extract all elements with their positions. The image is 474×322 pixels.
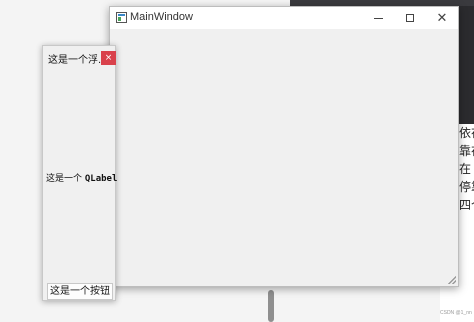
maximize-button[interactable] bbox=[394, 7, 426, 29]
resize-grip[interactable] bbox=[448, 276, 456, 284]
background-text-line: 靠在 bbox=[459, 144, 474, 158]
background-scrollbar bbox=[268, 290, 274, 322]
close-button[interactable]: ✕ bbox=[426, 7, 458, 29]
minimize-icon bbox=[373, 17, 383, 19]
dock-label: 这是一个 QLabel bbox=[46, 171, 117, 184]
dock-label-classname: QLabel bbox=[84, 174, 118, 184]
close-icon: × bbox=[104, 53, 113, 63]
app-icon bbox=[116, 12, 127, 23]
main-window-titlebar[interactable]: MainWindow ✕ bbox=[110, 7, 458, 29]
dock-push-button[interactable]: 这是一个按钮 bbox=[47, 283, 113, 300]
floating-dock-widget[interactable]: 这是一个浮... × 这是一个 QLabel 这是一个按钮 bbox=[42, 45, 117, 301]
close-icon: ✕ bbox=[436, 10, 448, 26]
background-text-line: 依在 bbox=[459, 126, 474, 140]
dock-title: 这是一个浮... bbox=[48, 55, 108, 66]
dock-close-button[interactable]: × bbox=[101, 51, 116, 65]
window-title: MainWindow bbox=[130, 11, 193, 23]
background-text-line: 在 bbox=[459, 162, 472, 176]
maximize-icon bbox=[406, 14, 414, 22]
dock-label-text: 这是一个 bbox=[46, 174, 85, 184]
background-text-line: 停靠 bbox=[459, 180, 474, 194]
main-window: MainWindow ✕ bbox=[109, 6, 459, 287]
minimize-button[interactable] bbox=[362, 7, 394, 29]
watermark: CSDN @1_nn bbox=[440, 310, 472, 316]
background-text-line: 四个 bbox=[459, 198, 474, 212]
